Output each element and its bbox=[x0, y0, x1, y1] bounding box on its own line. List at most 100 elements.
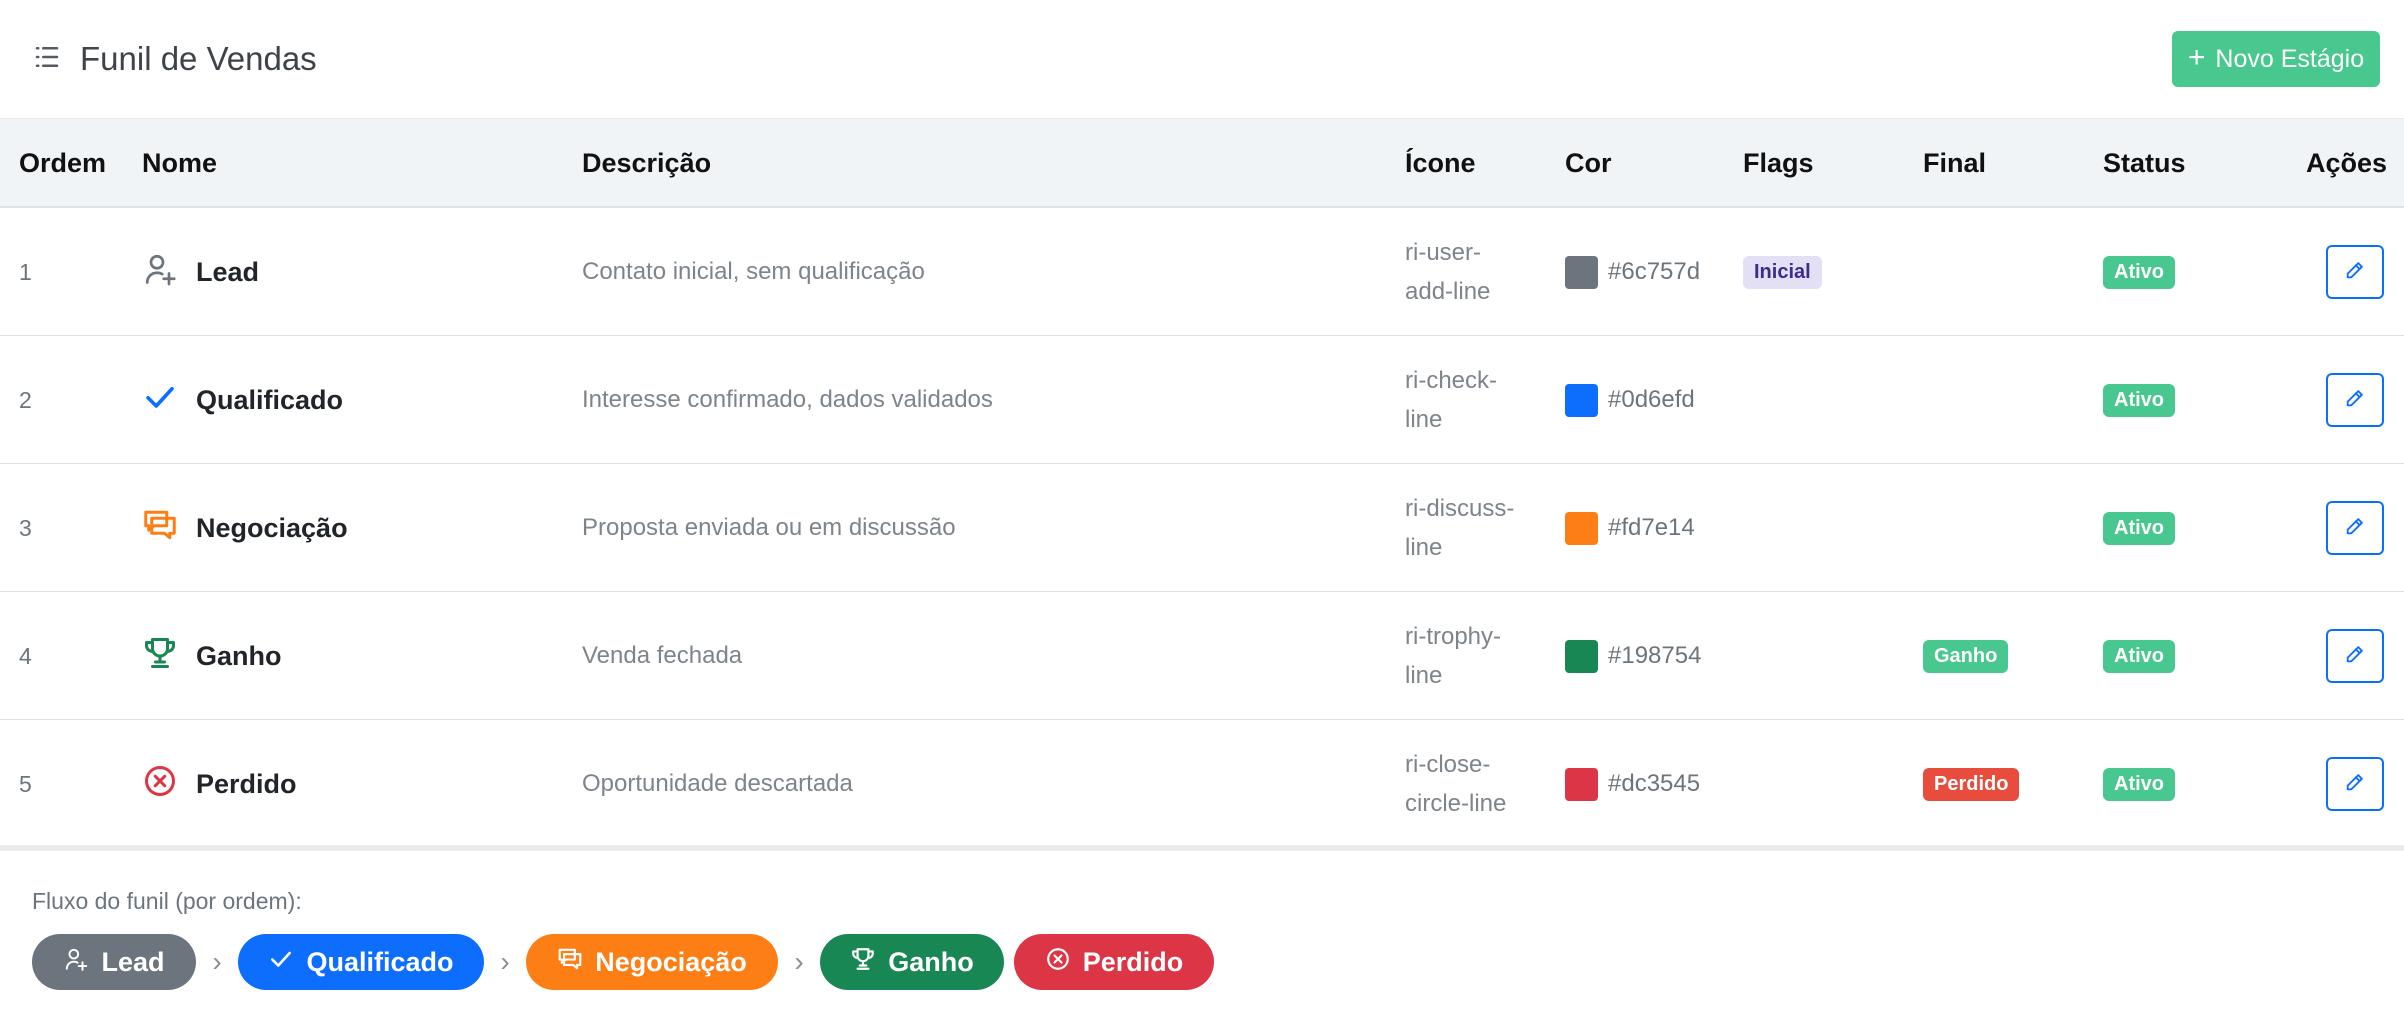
final-badge: Ganho bbox=[1923, 639, 2009, 673]
color-swatch bbox=[1565, 511, 1598, 545]
row-actions bbox=[2326, 336, 2384, 464]
row-description: Proposta enviada ou em discussão bbox=[582, 514, 956, 541]
row-description: Oportunidade descartada bbox=[582, 770, 853, 797]
pencil-icon bbox=[2344, 515, 2366, 542]
plus-icon: + bbox=[2187, 41, 2206, 74]
row-name-text: Qualificado bbox=[196, 384, 344, 415]
new-stage-label: Novo Estágio bbox=[2215, 44, 2365, 73]
row-icon-class-part: ri-trophy- bbox=[1405, 623, 1502, 650]
row-color: #198754 bbox=[1565, 592, 1701, 720]
row-order: 2 bbox=[19, 386, 32, 413]
row-name: Perdido bbox=[142, 720, 297, 848]
row-final: Ganho bbox=[1923, 592, 2009, 720]
row-icon-class-part: ri-user- bbox=[1405, 239, 1481, 266]
check-icon bbox=[268, 946, 294, 979]
edit-button[interactable] bbox=[2326, 757, 2384, 811]
row-name-text: Negociação bbox=[196, 512, 348, 543]
status-badge: Ativo bbox=[2103, 255, 2175, 289]
row-final: Perdido bbox=[1923, 720, 2020, 848]
chevron-right-icon: › bbox=[794, 946, 804, 977]
user-add-icon bbox=[63, 946, 89, 979]
row-icon-name: ri-trophy-line bbox=[1405, 592, 1535, 720]
row-status: Ativo bbox=[2103, 464, 2175, 592]
flow-step: Ganho bbox=[820, 934, 1004, 990]
check-icon bbox=[142, 379, 178, 422]
row-color: #6c757d bbox=[1565, 208, 1700, 336]
table-body: 1 Lead Contato inicial, sem qualificação… bbox=[0, 208, 2404, 848]
table-row: 2 Qualificado Interesse confirmado, dado… bbox=[0, 336, 2404, 464]
edit-button[interactable] bbox=[2326, 501, 2384, 555]
row-icon-class-part: circle-line bbox=[1405, 790, 1507, 817]
row-actions bbox=[2326, 720, 2384, 848]
row-order: 4 bbox=[19, 642, 32, 669]
new-stage-button[interactable]: + Novo Estágio bbox=[2172, 31, 2380, 87]
status-badge: Ativo bbox=[2103, 639, 2175, 673]
pencil-icon bbox=[2344, 643, 2366, 670]
trophy-icon bbox=[142, 635, 178, 678]
close-circle-icon bbox=[142, 763, 178, 806]
row-name-text: Perdido bbox=[196, 768, 297, 799]
edit-button[interactable] bbox=[2326, 373, 2384, 427]
flow-step: Negociação bbox=[526, 934, 778, 990]
color-swatch bbox=[1565, 767, 1598, 801]
row-icon-class-part: line bbox=[1405, 534, 1443, 561]
col-status[interactable]: Status bbox=[2103, 119, 2186, 207]
row-description: Contato inicial, sem qualificação bbox=[582, 258, 925, 285]
row-icon-name: ri-user-add-line bbox=[1405, 208, 1535, 336]
color-hex: #0d6efd bbox=[1608, 386, 1695, 413]
table-row: 1 Lead Contato inicial, sem qualificação… bbox=[0, 208, 2404, 336]
row-description: Interesse confirmado, dados validados bbox=[582, 386, 993, 413]
col-flags[interactable]: Flags bbox=[1743, 119, 1814, 207]
row-icon-class-part: add-line bbox=[1405, 278, 1491, 305]
stages-table: Ordem Nome Descrição Ícone Cor Flags Fin… bbox=[0, 118, 2404, 848]
row-order: 3 bbox=[19, 514, 32, 541]
row-color: #fd7e14 bbox=[1565, 464, 1695, 592]
table-row: 4 Ganho Venda fechada ri-trophy-line #19… bbox=[0, 592, 2404, 720]
col-final[interactable]: Final bbox=[1923, 119, 1986, 207]
discuss-icon bbox=[142, 507, 178, 550]
col-ordem[interactable]: Ordem bbox=[19, 119, 106, 207]
color-swatch bbox=[1565, 639, 1598, 673]
col-icone[interactable]: Ícone bbox=[1405, 119, 1476, 207]
flow-label: Fluxo do funil (por ordem): bbox=[32, 888, 302, 914]
row-name-text: Ganho bbox=[196, 640, 282, 671]
row-flags: Inicial bbox=[1743, 208, 1822, 336]
row-status: Ativo bbox=[2103, 208, 2175, 336]
row-description: Venda fechada bbox=[582, 642, 743, 669]
col-cor[interactable]: Cor bbox=[1565, 119, 1612, 207]
table-header: Ordem Nome Descrição Ícone Cor Flags Fin… bbox=[0, 118, 2404, 208]
color-hex: #198754 bbox=[1608, 642, 1702, 669]
chevron-right-icon: › bbox=[500, 946, 510, 977]
divider bbox=[0, 845, 2404, 851]
row-name: Lead bbox=[142, 208, 259, 336]
row-name: Ganho bbox=[142, 592, 282, 720]
table-row: 3 Negociação Proposta enviada ou em disc… bbox=[0, 464, 2404, 592]
col-nome[interactable]: Nome bbox=[142, 119, 217, 207]
row-name-text: Lead bbox=[196, 256, 260, 287]
row-name: Negociação bbox=[142, 464, 348, 592]
row-order: 1 bbox=[19, 258, 32, 285]
flow-step-label: Lead bbox=[101, 946, 165, 977]
table-row: 5 Perdido Oportunidade descartada ri-clo… bbox=[0, 720, 2404, 848]
col-descricao[interactable]: Descrição bbox=[582, 119, 711, 207]
close-circle-icon bbox=[1045, 946, 1071, 979]
flow-step: Lead bbox=[32, 934, 196, 990]
flow-step-label: Ganho bbox=[888, 946, 974, 977]
col-acoes: Ações bbox=[2306, 148, 2388, 178]
final-badge: Perdido bbox=[1923, 767, 2020, 801]
row-icon-name: ri-check-line bbox=[1405, 336, 1535, 464]
row-actions bbox=[2326, 208, 2384, 336]
pencil-icon bbox=[2344, 387, 2366, 414]
row-icon-class-part: line bbox=[1405, 406, 1443, 433]
row-icon-class-part: line bbox=[1405, 662, 1443, 689]
row-icon-class-part: ri-check- bbox=[1405, 367, 1498, 394]
list-icon bbox=[32, 42, 62, 77]
edit-button[interactable] bbox=[2326, 629, 2384, 683]
flow-step: Perdido bbox=[1014, 934, 1214, 990]
row-actions bbox=[2326, 592, 2384, 720]
edit-button[interactable] bbox=[2326, 245, 2384, 299]
color-swatch bbox=[1565, 383, 1598, 417]
funnel-flow: Lead›Qualificado›Negociação›Ganho›Perdid… bbox=[32, 934, 1214, 990]
status-badge: Ativo bbox=[2103, 511, 2175, 545]
page-title: Funil de Vendas bbox=[80, 40, 317, 77]
